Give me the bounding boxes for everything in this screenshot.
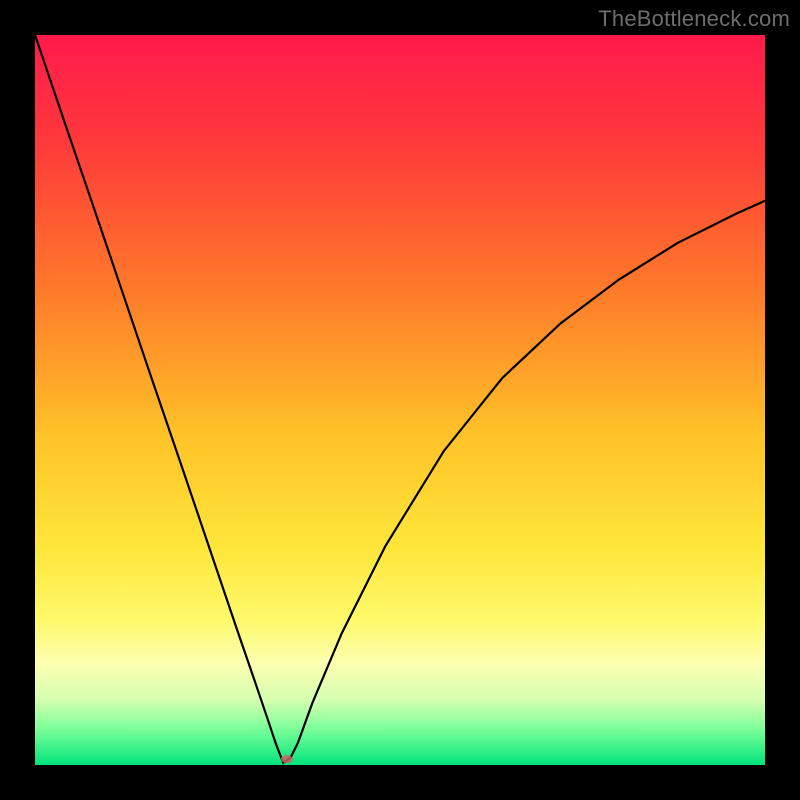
watermark-text: TheBottleneck.com bbox=[598, 6, 790, 32]
gradient-background bbox=[35, 35, 765, 765]
chart-svg bbox=[35, 35, 765, 765]
minimum-marker bbox=[281, 755, 293, 763]
plot-area bbox=[35, 35, 765, 765]
chart-frame: TheBottleneck.com bbox=[0, 0, 800, 800]
